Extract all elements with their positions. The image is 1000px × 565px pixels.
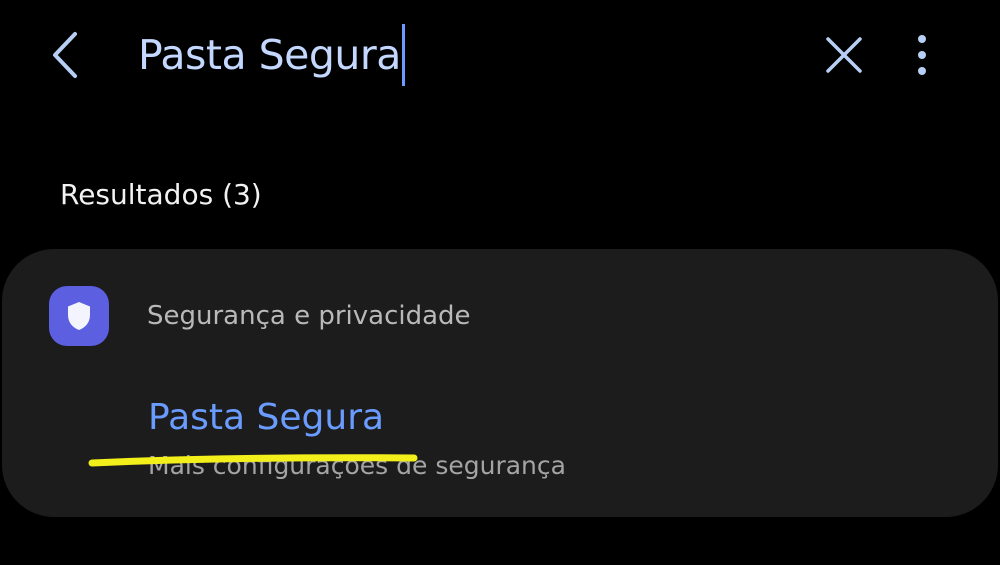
search-query-text: Pasta Segura [138,31,401,79]
chevron-left-icon [53,32,77,78]
close-icon [826,37,862,73]
app-icon [49,286,109,346]
result-title: Pasta Segura [148,397,385,438]
more-options-button[interactable] [900,27,944,83]
shield-icon [68,302,90,330]
result-subtitle: Mais configurações de segurança [148,451,566,480]
more-vertical-icon [918,35,926,75]
result-group-card: Segurança e privacidade Pasta Segura Mai… [2,249,998,517]
results-count-header: Resultados (3) [60,178,262,211]
back-button[interactable] [40,25,92,85]
clear-search-button[interactable] [816,27,872,83]
text-caret [401,24,405,86]
result-category-label: Segurança e privacidade [147,301,471,331]
search-bar: Pasta Segura [0,0,1000,110]
search-input[interactable]: Pasta Segura [138,22,405,88]
result-item[interactable]: Pasta Segura Mais configurações de segur… [122,379,942,489]
